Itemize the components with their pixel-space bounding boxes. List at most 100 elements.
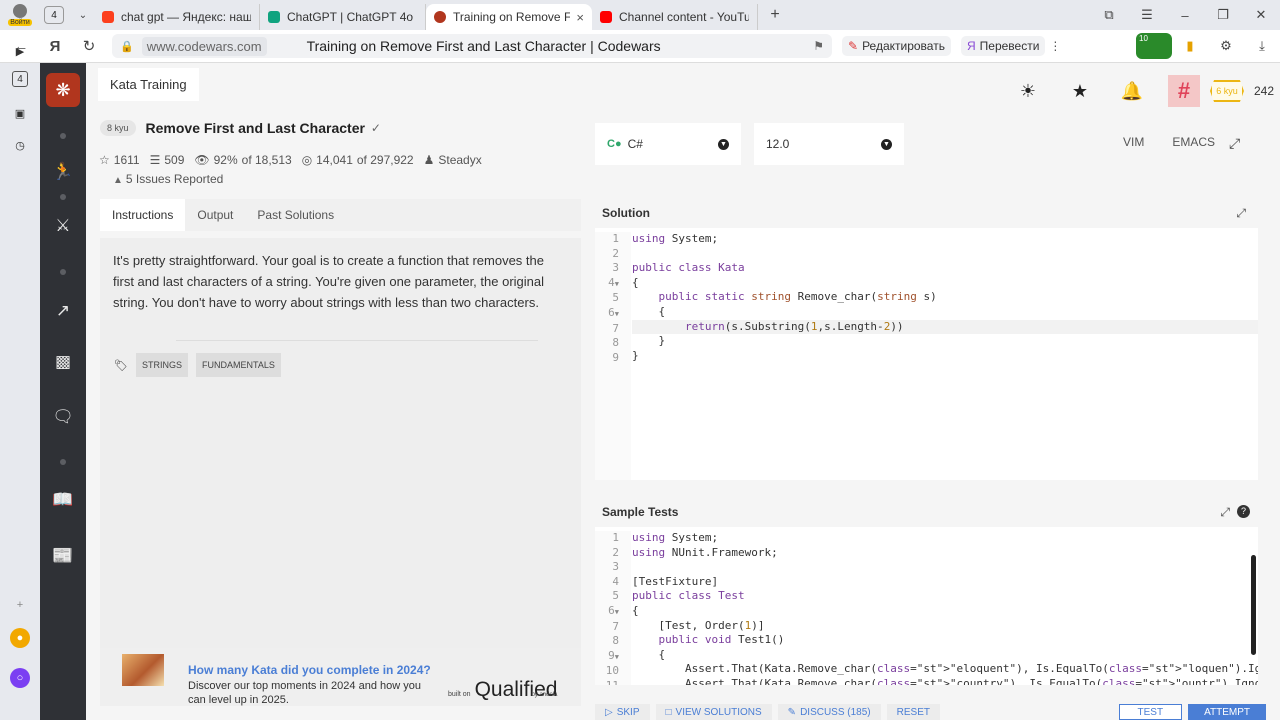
code-line[interactable]: using System; xyxy=(632,232,1258,247)
battery-icon[interactable]: ▮ xyxy=(1172,33,1208,59)
help-icon[interactable]: ? xyxy=(1237,505,1250,518)
code-line[interactable]: using System; xyxy=(632,531,1258,546)
discord-icon[interactable]: ▩ xyxy=(51,350,75,374)
sample-tests-code[interactable]: using System;using NUnit.Framework;​[Tes… xyxy=(632,531,1258,685)
reset-button[interactable]: RESET xyxy=(886,704,940,720)
expand-icon[interactable]: ⤢ xyxy=(1220,497,1230,527)
profile-button[interactable]: Войти xyxy=(0,0,40,30)
alice-icon[interactable]: ○ xyxy=(10,668,30,688)
discuss-button[interactable]: ✎ DISCUSS (185) xyxy=(777,704,881,720)
code-line[interactable]: public class Kata xyxy=(632,261,1258,276)
codewars-logo-icon[interactable]: ❋ xyxy=(46,73,80,107)
reload-icon[interactable]: ↻ xyxy=(76,33,102,59)
code-line[interactable]: using NUnit.Framework; xyxy=(632,546,1258,561)
minimize-icon[interactable]: – xyxy=(1166,0,1204,30)
theme-toggle-icon[interactable]: ☀ xyxy=(1002,71,1054,111)
tab-instructions[interactable]: Instructions xyxy=(100,199,186,231)
attempt-button[interactable]: ATTEMPT xyxy=(1188,704,1266,720)
scrollbar[interactable] xyxy=(1251,555,1256,655)
code-line[interactable]: ​ xyxy=(632,560,1258,575)
notifications-icon[interactable]: 10 xyxy=(1136,33,1172,59)
test-button[interactable]: TEST xyxy=(1118,704,1183,720)
code-line[interactable]: } xyxy=(632,334,1258,349)
bookmarks-icon[interactable]: ★ xyxy=(1054,71,1106,111)
code-line[interactable]: } xyxy=(632,349,1258,364)
chevron-down-icon[interactable]: ⌄ xyxy=(72,4,94,26)
code-line[interactable]: { xyxy=(632,604,1258,619)
code-line[interactable]: public static string Remove_char(string … xyxy=(632,290,1258,305)
code-line[interactable]: ​ xyxy=(632,247,1258,262)
code-line[interactable]: public class Test xyxy=(632,589,1258,604)
url-field[interactable]: 🔒 www.codewars.com Training on Remove Fi… xyxy=(112,34,832,58)
close-window-icon[interactable]: ✕ xyxy=(1242,0,1280,30)
play-icon[interactable]: ▶ xyxy=(10,41,30,61)
browser-tab[interactable]: ChatGPT | ChatGPT 4o Fre xyxy=(260,4,426,30)
browser-tab[interactable]: Channel content - YouTub xyxy=(592,4,758,30)
code-line[interactable]: { xyxy=(632,648,1258,663)
notification-count: 10 xyxy=(1136,33,1172,59)
main-content: Kata Training ☀ ★ 🔔 # 6 kyu 242 8 kyu Re… xyxy=(86,63,1280,720)
promo-banner[interactable]: How many Kata did you complete in 2024? … xyxy=(100,648,581,706)
side-badge[interactable]: 4 xyxy=(12,71,28,87)
translate-icon: Я xyxy=(966,39,976,53)
browser-tab[interactable]: chat gpt — Яндекс: нашло xyxy=(94,4,260,30)
code-line[interactable]: [TestFixture] xyxy=(632,575,1258,590)
version-select[interactable]: 12.0 ▼ xyxy=(754,123,904,165)
breadcrumb[interactable]: Kata Training xyxy=(98,68,199,101)
camera-icon[interactable]: ▣ xyxy=(10,103,30,123)
app-icon[interactable]: ● xyxy=(10,628,30,648)
tag-fundamentals[interactable]: FUNDAMENTALS xyxy=(195,353,281,377)
qualified-logo[interactable]: built on Qualified by andela xyxy=(448,670,558,702)
tab-past-solutions[interactable]: Past Solutions xyxy=(245,199,346,231)
issues-link[interactable]: ▲ 5 Issues Reported xyxy=(113,172,223,186)
author-stat[interactable]: ♟ Steadyx xyxy=(424,153,482,167)
docs-icon[interactable]: 📖 xyxy=(51,488,75,512)
bell-icon[interactable]: 🔔 xyxy=(1106,71,1158,111)
expand-icon[interactable]: ⤢ xyxy=(1236,198,1246,228)
extensions-icon[interactable]: ⚙ xyxy=(1208,33,1244,59)
edit-button[interactable]: ✎ Редактировать xyxy=(842,36,951,56)
tab-output[interactable]: Output xyxy=(185,199,245,231)
code-line[interactable]: [Test, Order(1)] xyxy=(632,619,1258,634)
practice-icon[interactable]: ⚔ xyxy=(51,214,75,238)
stars-stat[interactable]: ☆ 1611 xyxy=(99,153,140,167)
tab-count[interactable]: 4 xyxy=(44,6,64,24)
browser-tab-active[interactable]: Training on Remove First × xyxy=(426,4,592,30)
history-icon[interactable]: ◷ xyxy=(10,135,30,155)
restore-icon[interactable]: ❐ xyxy=(1204,0,1242,30)
clan-avatar-icon[interactable]: # xyxy=(1167,75,1200,107)
promo-body: Discover our top moments in 2024 and how… xyxy=(188,680,421,706)
code-line[interactable]: Assert.That(Kata.Remove_char(class="st">… xyxy=(632,662,1258,677)
emacs-toggle[interactable]: EMACS xyxy=(1172,135,1215,149)
new-tab-icon[interactable]: + xyxy=(764,4,786,26)
language-select[interactable]: C● C# ▼ xyxy=(595,123,741,165)
code-line[interactable]: { xyxy=(632,305,1258,320)
solution-editor[interactable]: 1 2 3 4▼ 5 6▼ 7 8 9 using System;​public… xyxy=(595,228,1258,480)
translate-button[interactable]: Я Перевести xyxy=(960,36,1046,56)
sample-tests-editor[interactable]: 1 2 3 4 5 6▼ 7 8 9▼ 10 11 using System;u… xyxy=(595,527,1258,685)
blog-icon[interactable]: 📰 xyxy=(51,544,75,568)
code-line[interactable]: public void Test1() xyxy=(632,633,1258,648)
yandex-home-icon[interactable]: Я xyxy=(42,33,68,59)
solution-code[interactable]: using System;​public class Kata{ public … xyxy=(632,232,1258,363)
collections-icon[interactable]: ⧉ xyxy=(1090,0,1128,30)
code-line[interactable]: { xyxy=(632,276,1258,291)
forum-icon[interactable]: 🗨 xyxy=(51,405,75,429)
promo-title[interactable]: How many Kata did you complete in 2024? xyxy=(188,663,431,677)
leaderboard-icon[interactable]: ↗ xyxy=(51,299,75,323)
skip-button[interactable]: ▷ SKIP xyxy=(595,704,650,720)
training-icon[interactable]: 🏃 xyxy=(51,160,75,184)
more-icon[interactable]: ⋮ xyxy=(1045,39,1065,53)
chevron-down-icon[interactable]: ✓ xyxy=(371,121,381,135)
view-solutions-button[interactable]: □ VIEW SOLUTIONS xyxy=(655,704,772,720)
bookmark-icon[interactable]: ⚑ xyxy=(813,39,824,53)
code-line[interactable]: return(s.Substring(1,s.Length-2)) xyxy=(632,319,1258,335)
fullscreen-icon[interactable]: ⤢ xyxy=(1229,135,1240,152)
tag-strings[interactable]: STRINGS xyxy=(135,353,188,377)
code-line[interactable]: Assert.That(Kata.Remove_char(class="st">… xyxy=(632,677,1258,685)
vim-toggle[interactable]: VIM xyxy=(1123,135,1144,149)
download-icon[interactable]: ⤓ xyxy=(1244,33,1280,59)
menu-icon[interactable]: ☰ xyxy=(1128,0,1166,30)
close-tab-icon[interactable]: × xyxy=(576,10,584,25)
add-icon[interactable]: + xyxy=(10,595,30,615)
